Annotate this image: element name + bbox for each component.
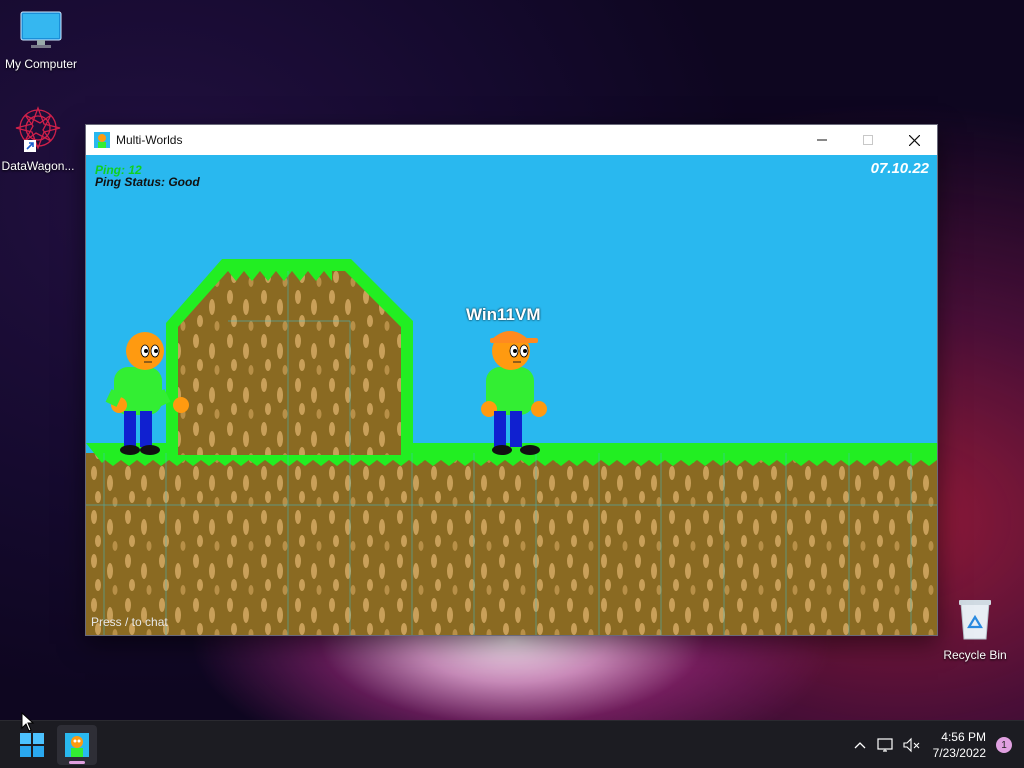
taskbar: 4:56 PM 7/23/2022 1 bbox=[0, 720, 1024, 768]
chevron-up-icon bbox=[854, 742, 866, 749]
desktop-icon-recycle-bin[interactable]: Recycle Bin bbox=[934, 597, 1016, 662]
close-icon bbox=[908, 134, 920, 146]
monitor-icon bbox=[20, 11, 62, 48]
clock-date: 7/23/2022 bbox=[932, 746, 986, 760]
chat-hint: Press / to chat bbox=[91, 615, 168, 629]
notification-badge[interactable]: 1 bbox=[996, 737, 1012, 753]
game-canvas[interactable]: Ping: 12 Ping Status: Good 07.10.22 Win1… bbox=[86, 155, 937, 635]
game-window: Multi-Worlds Ping: 12 Ping Status: Good … bbox=[85, 124, 938, 636]
close-button[interactable] bbox=[891, 125, 937, 155]
desktop-icon-label: Recycle Bin bbox=[943, 648, 1007, 662]
clock-time: 4:56 PM bbox=[941, 730, 986, 744]
show-hidden-icons-button[interactable] bbox=[847, 721, 873, 768]
network-icon bbox=[877, 738, 893, 752]
datawagon-logo-icon bbox=[15, 106, 61, 152]
game-scene bbox=[86, 259, 937, 635]
window-title: Multi-Worlds bbox=[116, 133, 183, 147]
app-icon bbox=[94, 132, 110, 148]
mouse-cursor-icon bbox=[21, 712, 35, 732]
ground bbox=[86, 453, 937, 635]
player-character bbox=[481, 331, 547, 455]
hill-dirt bbox=[178, 271, 401, 455]
desktop-icon-label: DataWagon... bbox=[1, 159, 75, 173]
volume-muted-icon bbox=[903, 737, 919, 753]
maximize-icon bbox=[863, 135, 873, 145]
player-nametag: Win11VM bbox=[466, 305, 541, 324]
game-date: 07.10.22 bbox=[870, 160, 929, 177]
desktop-icon-my-computer[interactable]: My Computer bbox=[0, 10, 82, 71]
network-button[interactable] bbox=[873, 721, 899, 768]
minimize-button[interactable] bbox=[799, 125, 845, 155]
recycle-bin-icon bbox=[959, 600, 991, 640]
taskbar-app-multi-worlds[interactable] bbox=[57, 725, 97, 765]
volume-button[interactable] bbox=[899, 721, 925, 768]
active-indicator bbox=[69, 761, 85, 764]
ping-status: Ping Status: Good bbox=[95, 175, 200, 189]
desktop-icon-label: My Computer bbox=[4, 57, 78, 71]
system-tray: 4:56 PM 7/23/2022 1 bbox=[847, 721, 1024, 768]
multi-worlds-app-icon bbox=[65, 733, 89, 757]
desktop-icon-datawagon[interactable]: DataWagon... bbox=[0, 106, 79, 173]
maximize-button[interactable] bbox=[845, 125, 891, 155]
start-button[interactable] bbox=[12, 727, 52, 763]
window-titlebar[interactable]: Multi-Worlds bbox=[86, 125, 937, 155]
minimize-icon bbox=[817, 139, 827, 141]
clock[interactable]: 4:56 PM 7/23/2022 bbox=[933, 729, 986, 761]
windows-logo-icon bbox=[20, 733, 44, 757]
